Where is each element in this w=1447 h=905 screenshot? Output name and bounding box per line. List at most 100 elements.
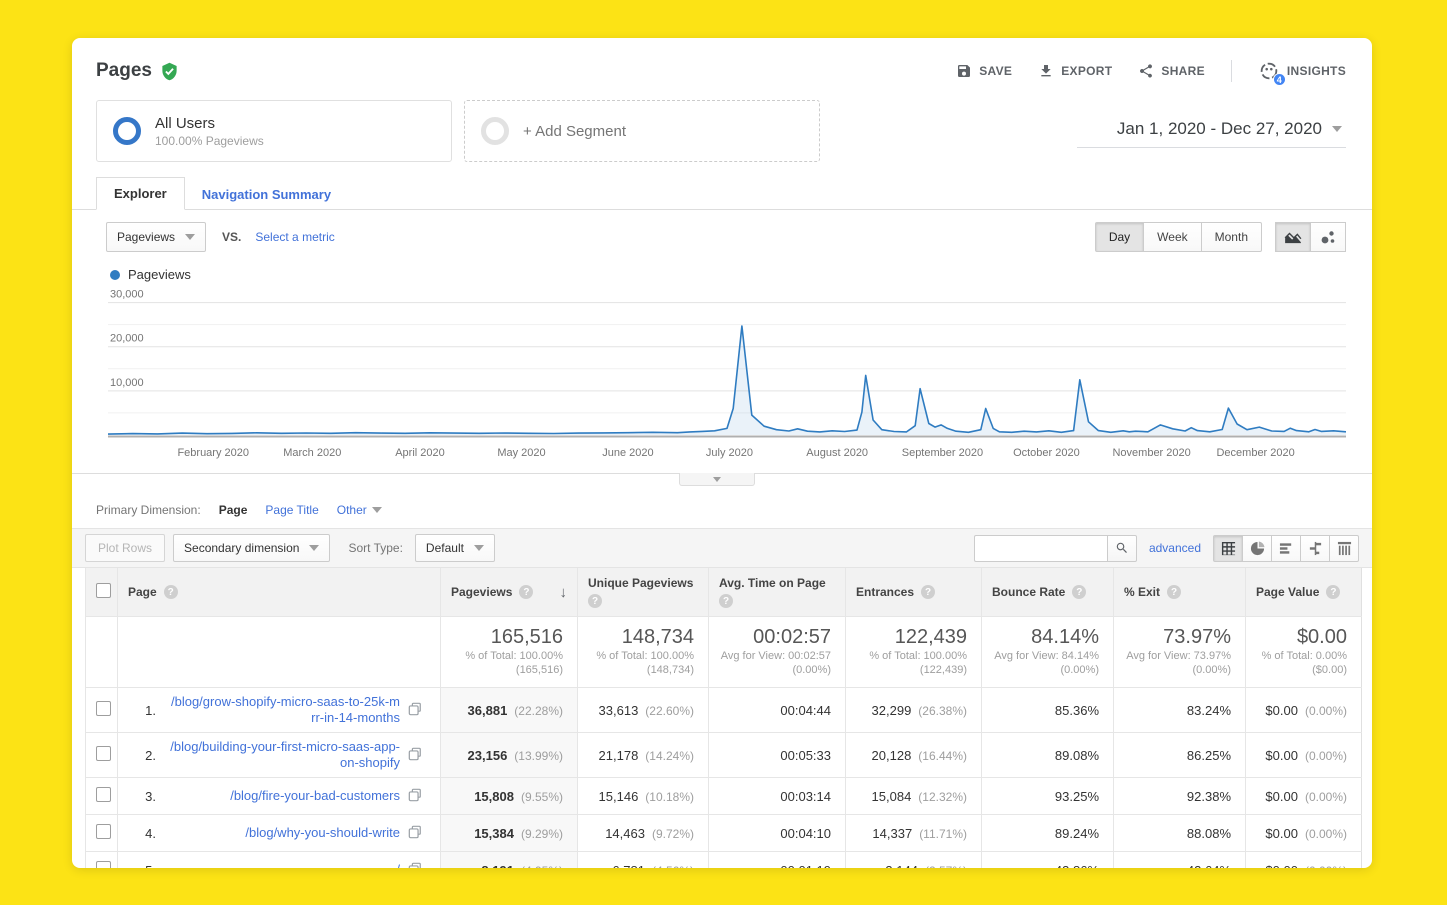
metric-value: 83.24% [1187,703,1231,718]
help-icon[interactable]: ? [719,594,733,608]
row-checkbox[interactable] [96,746,111,761]
chart-collapse-button[interactable] [679,473,755,486]
dimension-other[interactable]: Other [337,503,382,517]
help-icon[interactable]: ? [1167,585,1181,599]
select-metric-link[interactable]: Select a metric [255,230,334,244]
col-header-page-value[interactable]: Page Value [1256,585,1319,599]
svg-text:20,000: 20,000 [110,333,144,345]
sort-type-dropdown[interactable]: Default [415,534,495,562]
row-checkbox[interactable] [96,824,111,839]
metric-percent: (14.24%) [645,749,694,763]
help-icon[interactable]: ? [1072,585,1086,599]
x-axis-label: August 2020 [806,447,868,459]
tab-explorer[interactable]: Explorer [96,177,185,210]
col-header-entrances[interactable]: Entrances [856,585,914,599]
view-pivot-button[interactable] [1329,535,1359,562]
granularity-month-button[interactable]: Month [1201,222,1262,252]
segment-all-users[interactable]: All Users 100.00% Pageviews [96,100,452,162]
plot-rows-button[interactable]: Plot Rows [85,534,165,562]
chevron-down-icon [474,545,484,551]
view-comparison-button[interactable] [1300,535,1330,562]
metric-percent: (0.00%) [1305,790,1347,804]
open-page-icon[interactable] [408,702,422,719]
metric-value: 32,299 [872,703,912,718]
chart-collapse-bar [72,473,1372,487]
metric-selector-dropdown[interactable]: Pageviews [106,222,206,252]
secondary-dimension-dropdown[interactable]: Secondary dimension [173,534,330,562]
col-header-page[interactable]: Page [128,585,157,599]
metric-value: 8,191 [481,863,514,869]
col-header-bounce-rate[interactable]: Bounce Rate [992,585,1065,599]
x-axis-label: December 2020 [1216,447,1294,459]
metric-cell: 85.36% [982,688,1114,733]
metric-value: 15,146 [599,789,639,804]
motion-chart-toggle-button[interactable] [1310,222,1346,252]
help-icon[interactable]: ? [164,585,178,599]
chevron-down-icon [1332,126,1342,132]
tab-navigation-summary[interactable]: Navigation Summary [185,179,348,210]
metric-value: 14,463 [605,826,645,841]
chevron-down-icon [372,507,382,513]
col-header-avg-time[interactable]: Avg. Time on Page [719,576,826,590]
row-checkbox[interactable] [96,701,111,716]
total-page-value: $0.00 [1256,625,1347,649]
date-range-picker[interactable]: Jan 1, 2020 - Dec 27, 2020 [1077,115,1346,148]
open-page-icon[interactable] [408,862,422,869]
open-page-icon[interactable] [408,788,422,805]
select-all-checkbox[interactable] [96,583,111,598]
save-button[interactable]: SAVE [956,63,1012,79]
granularity-day-button[interactable]: Day [1095,222,1144,252]
page-title: Pages [96,60,152,82]
page-link[interactable]: / [168,862,400,868]
metric-cell: 93.25% [982,778,1114,815]
row-checkbox[interactable] [96,861,111,868]
help-icon[interactable]: ? [519,585,533,599]
help-icon[interactable]: ? [921,585,935,599]
metric-percent: (9.72%) [652,827,694,841]
explorer-controls: Pageviews VS. Select a metric Day Week M… [72,210,1372,254]
add-segment-button[interactable]: + Add Segment [464,100,820,162]
page-link[interactable]: /blog/fire-your-bad-customers [168,788,400,804]
view-performance-button[interactable] [1271,535,1301,562]
timeseries-chart[interactable]: 10,00020,00030,000 [108,288,1346,445]
metric-cell: 20,128(16.44%) [846,733,982,778]
page-link[interactable]: /blog/grow-shopify-micro-saas-to-25k-mrr… [168,694,400,726]
metric-percent: (11.71%) [919,827,967,841]
granularity-week-button[interactable]: Week [1143,222,1201,252]
export-button[interactable]: EXPORT [1038,63,1112,79]
col-header-pageviews[interactable]: Pageviews [451,585,512,599]
row-number: 2. [128,748,168,763]
sort-desc-icon[interactable]: ↓ [560,584,568,601]
view-table-button[interactable] [1213,535,1243,562]
help-icon[interactable]: ? [1326,585,1340,599]
metric-percent: (22.28%) [514,704,563,718]
search-input[interactable] [974,535,1107,562]
metric-cell: 33,613(22.60%) [578,688,709,733]
open-page-icon[interactable] [408,825,422,842]
metric-value: 43.86% [1055,863,1099,869]
comparison-view-icon [1308,541,1323,556]
vs-label: VS. [222,230,241,244]
view-percentage-button[interactable] [1242,535,1272,562]
metric-cell: 88.08% [1114,815,1246,852]
metric-cell: $0.00(0.00%) [1246,733,1362,778]
row-checkbox[interactable] [96,787,111,802]
col-header-unique-pageviews[interactable]: Unique Pageviews [588,576,693,590]
line-chart-toggle-button[interactable] [1275,222,1311,252]
advanced-search-link[interactable]: advanced [1149,541,1201,555]
search-button[interactable] [1107,535,1137,562]
metric-percent: (13.99%) [514,749,563,763]
open-page-icon[interactable] [408,747,422,764]
row-checkbox-cell [86,778,118,815]
metric-value: 00:04:44 [780,703,831,718]
insights-button[interactable]: 4 INSIGHTS [1258,60,1346,82]
page-link[interactable]: /blog/why-you-should-write [168,825,400,841]
page-link[interactable]: /blog/building-your-first-micro-saas-app… [168,739,400,771]
dimension-page[interactable]: Page [219,503,248,517]
share-button[interactable]: SHARE [1138,63,1205,79]
page-cell: 4./blog/why-you-should-write [118,815,441,852]
dimension-page-title[interactable]: Page Title [265,503,318,517]
help-icon[interactable]: ? [588,594,602,608]
table-toolbar: Plot Rows Secondary dimension Sort Type:… [72,528,1372,568]
col-header-exit[interactable]: % Exit [1124,585,1160,599]
